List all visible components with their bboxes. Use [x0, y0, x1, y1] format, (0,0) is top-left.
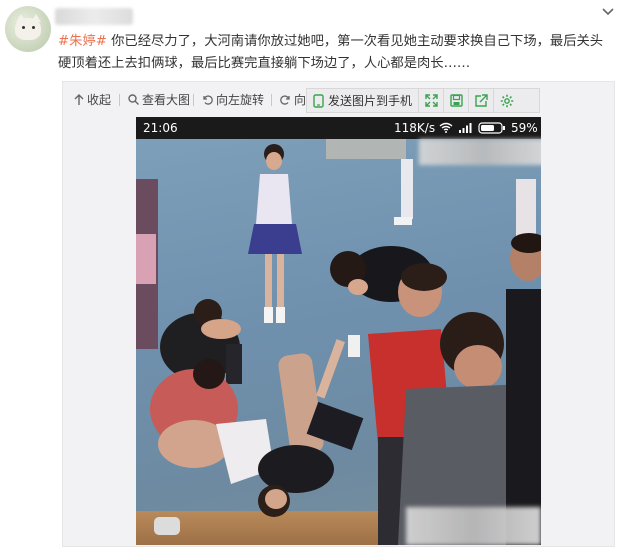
phone-status-bar: 21:06 118K/s 59%: [136, 117, 541, 139]
settings-button[interactable]: [494, 89, 519, 112]
rotate-left-button[interactable]: 向左旋转: [202, 91, 264, 108]
battery-icon: [478, 122, 505, 134]
fullscreen-button[interactable]: [419, 89, 445, 112]
status-speed: 118K/s: [394, 121, 436, 135]
send-to-phone-bar: 发送图片到手机: [306, 88, 540, 113]
send-to-phone-button[interactable]: 发送图片到手机: [307, 89, 420, 112]
post-body: 你已经尽力了，大河南请你放过她吧，第一次看见她主动要求换自己下场，最后关头硬顶着…: [58, 34, 604, 71]
rotate-right-icon: [280, 95, 290, 105]
search-icon: [128, 94, 139, 105]
view-large-label: 查看大图: [142, 93, 191, 107]
wifi-icon: [439, 122, 453, 133]
post-image[interactable]: 21:06 118K/s 59%: [136, 117, 541, 545]
view-large-button[interactable]: 查看大图: [128, 91, 190, 108]
gear-icon: [500, 94, 513, 107]
phone-icon: [313, 93, 324, 108]
rotate-left-icon: [203, 95, 213, 105]
chevron-down-icon[interactable]: [601, 5, 615, 19]
status-battery: 59%: [511, 121, 538, 135]
share-icon: [474, 94, 488, 107]
court-scene: [136, 139, 541, 545]
post-text: #朱婷# 你已经尽力了，大河南请你放过她吧，第一次看见她主动要求换自己下场，最后…: [58, 31, 614, 75]
arrow-up-icon: [74, 93, 84, 105]
scene-figures: [136, 144, 541, 545]
collapse-button[interactable]: 收起: [74, 91, 111, 108]
collapse-label: 收起: [87, 93, 112, 107]
save-button[interactable]: [444, 89, 470, 112]
rotate-right-label: 向: [294, 93, 307, 107]
signal-icon: [459, 123, 472, 133]
save-icon: [449, 94, 463, 107]
topic-link[interactable]: #朱婷#: [58, 34, 107, 49]
expand-icon: [424, 94, 438, 107]
rotate-right-button[interactable]: 向: [280, 91, 306, 108]
avatar[interactable]: [5, 6, 51, 52]
username-blurred[interactable]: [55, 8, 133, 25]
send-to-phone-label: 发送图片到手机: [328, 94, 413, 108]
status-time: 21:06: [143, 121, 178, 135]
share-button[interactable]: [469, 89, 495, 112]
rotate-left-label: 向左旋转: [216, 93, 265, 107]
